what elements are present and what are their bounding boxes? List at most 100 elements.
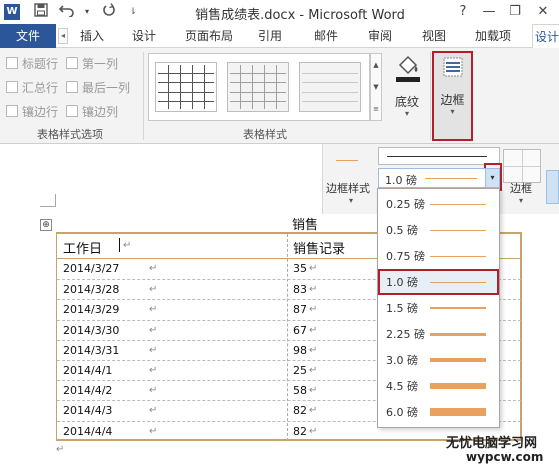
table-style-options-group-label: 表格样式选项 (37, 128, 103, 141)
pen-weight-option[interactable]: 0.25 磅 (378, 191, 499, 217)
tab-page-layout[interactable]: 页面布局 (176, 24, 242, 48)
border-styles-label[interactable]: 边框样式 (326, 180, 370, 196)
pen-weight-option[interactable]: 0.5 磅 (378, 217, 499, 243)
tab-references[interactable]: 引用 (250, 24, 290, 48)
border-line-style-select[interactable] (378, 147, 500, 165)
table-cell-sales: 98 (293, 343, 307, 357)
ribbon-tab-bar: 文件 ◂ 插入 设计 页面布局 引用 邮件 审阅 视图 加载项 设计 (0, 24, 559, 48)
pen-weight-dropdown-icon[interactable]: ▾ (485, 169, 499, 187)
undo-dropdown-icon[interactable]: ▾ (78, 3, 96, 21)
tab-insert[interactable]: 插入 (70, 24, 114, 48)
pen-weight-option-label: 1.5 磅 (386, 302, 418, 315)
borders-icon (443, 57, 463, 80)
shading-label: 底纹 (394, 95, 419, 109)
paragraph-mark: ↵ (309, 344, 318, 356)
borders-button[interactable]: 边框 ▾ (432, 51, 473, 141)
banded-rows-checkbox[interactable] (6, 105, 18, 117)
tab-table-design[interactable]: 设计 (532, 24, 559, 48)
last-column-checkbox[interactable] (66, 81, 78, 93)
table-style-plain-thumbnail[interactable] (299, 62, 361, 112)
table-style-light-thumbnail[interactable] (227, 62, 289, 112)
pen-weight-select[interactable]: 1.0 磅 ▾ (378, 168, 500, 188)
pen-weight-option-label: 0.25 磅 (386, 198, 425, 211)
pen-weight-option[interactable]: 3.0 磅 (378, 347, 499, 373)
table-style-grid-thumbnail[interactable] (155, 62, 217, 112)
table-cell-date: 2014/4/4 (63, 424, 113, 438)
total-row-checkbox[interactable] (6, 81, 18, 93)
tab-file[interactable]: 文件 (0, 24, 56, 48)
tab-mailings[interactable]: 邮件 (306, 24, 346, 48)
pen-weight-option-label: 4.5 磅 (386, 380, 418, 393)
pen-weight-option[interactable]: 6.0 磅 (378, 399, 499, 425)
watermark-title: 无忧电脑学习网 (446, 436, 538, 451)
help-button[interactable]: ? (452, 2, 474, 22)
pen-weight-dropdown-list: 0.25 磅 0.5 磅 0.75 磅 1.0 磅 1.5 磅 2.25 磅 3.0 磅 4.… (377, 188, 500, 428)
tab-review[interactable]: 审阅 (360, 24, 400, 48)
save-icon[interactable] (32, 3, 50, 21)
pen-color-preview[interactable] (503, 149, 541, 183)
paragraph-mark: ↵ (149, 284, 158, 296)
table-move-handle-icon[interactable]: ⊕ (40, 219, 52, 231)
customize-icon[interactable]: ⇂ (124, 3, 142, 21)
paragraph-mark: ↵ (309, 304, 318, 316)
tab-view[interactable]: 视图 (414, 24, 454, 48)
paragraph-mark: ↵ (309, 405, 318, 417)
pen-weight-option[interactable]: 2.25 磅 (378, 321, 499, 347)
close-button[interactable]: ✕ (532, 2, 554, 22)
gallery-more-icon[interactable]: ≡ (371, 98, 381, 120)
gallery-scroll[interactable]: ▲ ▼ ≡ (370, 53, 382, 121)
pen-weight-option[interactable]: 4.5 磅 (378, 373, 499, 399)
banded-columns-checkbox[interactable] (66, 105, 78, 117)
tab-addins[interactable]: 加载项 (468, 24, 518, 48)
shading-button[interactable]: 底纹 ▾ (388, 53, 426, 123)
table-cell-sales: 83 (293, 283, 307, 297)
margin-corner-mark (40, 206, 56, 207)
tab-scroll-left-icon[interactable]: ◂ (58, 28, 68, 44)
end-paragraph-mark: ↵ (56, 444, 65, 455)
table-cell-date: 2014/4/1 (63, 364, 113, 377)
table-cell-date: 2014/3/27 (63, 262, 120, 275)
pen-weight-option-line (430, 332, 486, 336)
pen-weight-value: 1.0 磅 (385, 174, 417, 187)
undo-icon[interactable] (58, 3, 76, 21)
gallery-scroll-up-icon[interactable]: ▲ (371, 54, 381, 76)
watermark-url: wypcw.com (466, 450, 544, 464)
tab-design[interactable]: 设计 (124, 24, 164, 48)
pen-weight-option-line (430, 229, 486, 231)
table-cell-sales: 67 (293, 323, 307, 337)
header-row-label: 标题行 (22, 57, 59, 71)
pen-weight-option[interactable]: 1.5 磅 (378, 295, 499, 321)
borders-secondary-label[interactable]: 边框 (510, 180, 532, 196)
paragraph-mark: ↵ (149, 324, 158, 336)
ribbon: 标题行 第一列 汇总行 最后一列 镶边行 镶边列 表格样式选项 ▲ ▼ ≡ 表格… (0, 48, 559, 144)
pen-weight-option-label: 2.25 磅 (386, 328, 425, 341)
table-header-workday: 工作日 (63, 242, 103, 257)
pen-weight-option[interactable]: 1.0 磅 (378, 269, 499, 295)
minimize-button[interactable]: — (478, 2, 500, 22)
paragraph-mark: ↵ (149, 365, 158, 376)
table-styles-gallery[interactable] (148, 53, 370, 121)
paragraph-mark: ↵ (149, 304, 158, 316)
header-row-checkbox[interactable] (6, 57, 18, 69)
pen-weight-option-line (430, 383, 486, 389)
borders-secondary-dropdown-icon[interactable]: ▾ (519, 196, 523, 205)
border-painter-button[interactable] (546, 170, 559, 204)
last-column-label: 最后一列 (82, 81, 131, 95)
table-cell-date: 2014/4/3 (63, 404, 113, 418)
title-bar: W ▾ ⇂ 销售成绩表.docx - Microsoft Word ? — ❐ … (0, 0, 559, 24)
table-cell-date: 2014/3/30 (63, 323, 120, 337)
pen-weight-option[interactable]: 0.75 磅 (378, 243, 499, 269)
text-cursor (119, 238, 120, 252)
pen-weight-option-label: 3.0 磅 (386, 354, 418, 367)
border-styles-dropdown-icon[interactable]: ▾ (349, 196, 353, 205)
paragraph-mark: ↵ (149, 385, 158, 397)
gallery-scroll-down-icon[interactable]: ▼ (371, 76, 381, 98)
pen-weight-option-label: 0.5 磅 (386, 224, 418, 237)
paragraph-mark: ↵ (149, 425, 158, 437)
table-cell-sales: 25 (293, 364, 307, 377)
restore-button[interactable]: ❐ (504, 2, 526, 22)
redo-icon[interactable] (100, 3, 118, 21)
borders-dropdown-icon: ▾ (450, 107, 455, 116)
first-column-checkbox[interactable] (66, 57, 78, 69)
paragraph-mark: ↵ (149, 344, 158, 356)
